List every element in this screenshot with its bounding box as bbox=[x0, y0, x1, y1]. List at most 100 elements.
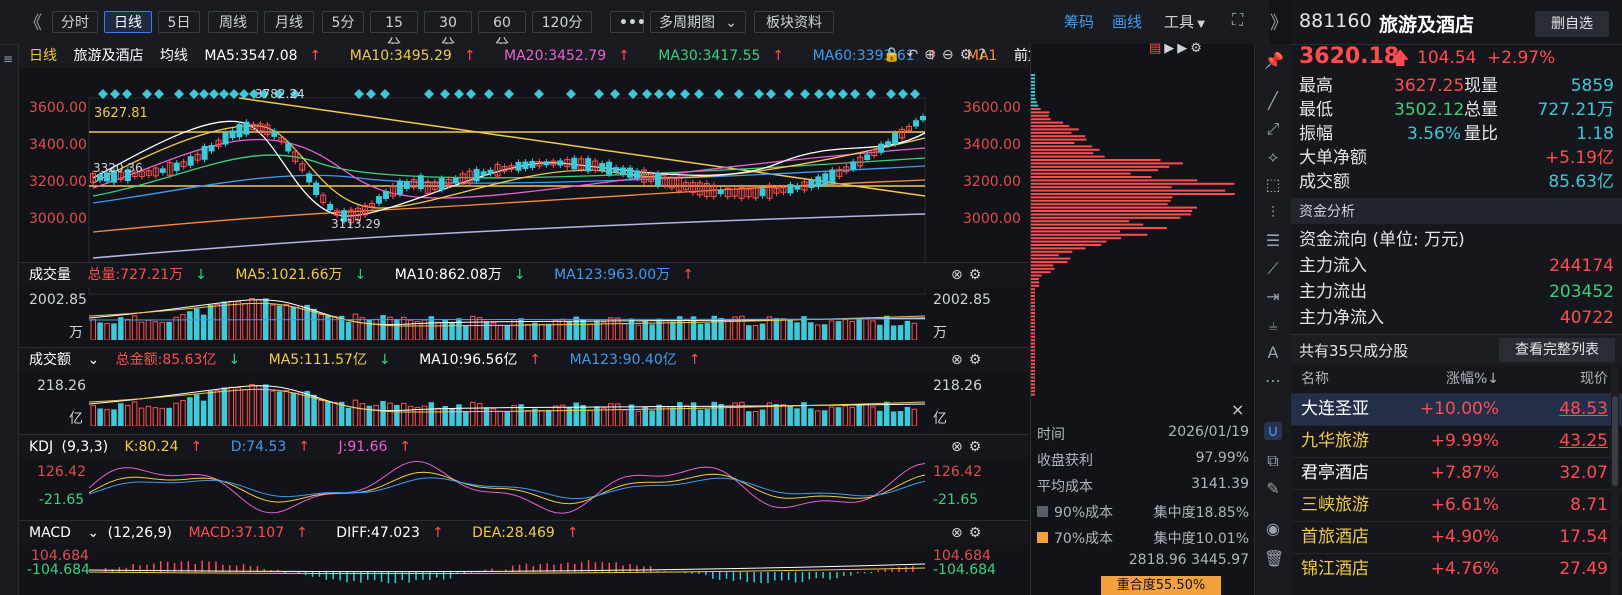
tab-daily[interactable]: 日线 bbox=[104, 11, 152, 33]
lock-icon[interactable]: 🔒 bbox=[883, 47, 906, 63]
tab-60min[interactable]: 60分 bbox=[478, 11, 526, 53]
col-price[interactable]: 现价 bbox=[1580, 366, 1608, 392]
candle-body bbox=[759, 188, 766, 197]
table-row[interactable]: 首旅酒店 +4.90% 17.54 bbox=[1291, 521, 1622, 553]
help-icon[interactable]: ? bbox=[978, 47, 991, 63]
drawline-link[interactable]: 画线 bbox=[1112, 11, 1142, 32]
chip-bar bbox=[1031, 264, 1054, 267]
period-tool-icon[interactable]: ⫨ bbox=[1264, 316, 1282, 334]
macd-title[interactable]: MACD ⌄ bbox=[29, 525, 99, 541]
rect-tool-icon[interactable]: ⬚ bbox=[1264, 176, 1282, 194]
close-icon[interactable]: ⊗ bbox=[951, 352, 969, 368]
channel-tool-icon[interactable]: ☰ bbox=[1264, 232, 1282, 250]
amount-bar bbox=[587, 409, 593, 426]
time-value: 2026/01/19 bbox=[1168, 424, 1249, 440]
candle-body bbox=[606, 161, 613, 175]
magnet-icon[interactable]: ∪ bbox=[1264, 422, 1282, 440]
chips-link[interactable]: 筹码 bbox=[1064, 11, 1094, 32]
table-row[interactable]: 三峡旅游 +6.61% 8.71 bbox=[1291, 489, 1622, 521]
scrollbar[interactable] bbox=[1611, 366, 1619, 595]
table-row[interactable]: 君亭酒店 +7.87% 32.07 bbox=[1291, 457, 1622, 489]
chip-bar bbox=[1031, 332, 1035, 335]
chip-play2-icon[interactable]: ▶ bbox=[1177, 41, 1190, 56]
pin-icon[interactable]: 📌 bbox=[1264, 52, 1284, 70]
close-icon[interactable]: ⊗ bbox=[951, 267, 969, 283]
macd-bar bbox=[636, 565, 638, 572]
fullscreen-icon[interactable]: ⛶ bbox=[1232, 10, 1243, 30]
collapse-right-icon[interactable]: 》 bbox=[1270, 9, 1288, 35]
text-tool-icon[interactable]: A bbox=[1264, 344, 1282, 362]
kdj-title[interactable]: KDJ bbox=[29, 439, 53, 455]
edit-icon[interactable]: ✎ bbox=[1264, 480, 1282, 498]
settings-icon[interactable]: ⚙ bbox=[960, 47, 979, 63]
scrollbar-thumb[interactable] bbox=[1612, 396, 1618, 486]
settings-icon[interactable]: ⚙ bbox=[1190, 41, 1205, 56]
volume-bar bbox=[759, 323, 766, 340]
col-name[interactable]: 名称 bbox=[1301, 366, 1329, 392]
fund-tab[interactable]: 资金分析 bbox=[1299, 201, 1355, 221]
node-tool-icon[interactable]: ⟡ bbox=[1264, 148, 1282, 166]
amount-bar bbox=[332, 401, 338, 426]
tab-120min[interactable]: 120分 bbox=[532, 11, 592, 33]
collapse-left-icon[interactable]: 《 bbox=[24, 9, 42, 35]
delete-favorite-button[interactable]: 删自选 bbox=[1535, 11, 1609, 37]
sort-icon: ↓ bbox=[1487, 371, 1499, 387]
undo-icon[interactable]: ↶ bbox=[906, 47, 924, 63]
tab-5day[interactable]: 5日 bbox=[158, 11, 200, 33]
multi-period-label: 多周期图 bbox=[659, 15, 715, 31]
ma-mode-label[interactable]: 均线 bbox=[160, 48, 188, 64]
range-value: 2818.96 3445.97 bbox=[1128, 552, 1249, 568]
tab-5min[interactable]: 5分 bbox=[322, 11, 364, 33]
table-row[interactable]: 锦江酒店 +4.76% 27.49 bbox=[1291, 553, 1622, 585]
table-row[interactable]: 大连圣亚 +10.00% 48.53 bbox=[1291, 393, 1622, 425]
chip-list-icon[interactable]: ▤ bbox=[1149, 41, 1164, 56]
chip-bar bbox=[1031, 380, 1035, 382]
more-button[interactable]: ••• bbox=[610, 11, 646, 33]
overlap-badge: 重合度55.50% bbox=[1101, 576, 1221, 595]
settings-icon[interactable]: ⚙ bbox=[969, 439, 988, 455]
measure-tool-icon[interactable]: ⇥ bbox=[1264, 288, 1282, 306]
view-all-button[interactable]: 查看完整列表 bbox=[1499, 338, 1615, 362]
tab-15min[interactable]: 15分 bbox=[370, 11, 418, 53]
eye-icon[interactable]: ◉ bbox=[1264, 520, 1282, 538]
close-icon[interactable]: ⊗ bbox=[951, 439, 969, 455]
volume-bar bbox=[642, 320, 648, 340]
amount-controls: ⊗⚙ bbox=[951, 352, 987, 368]
chip-play-icon[interactable]: ▶ bbox=[1164, 41, 1177, 56]
settings-icon[interactable]: ⚙ bbox=[969, 525, 988, 541]
macd-bar bbox=[794, 572, 797, 583]
chip-bar bbox=[1031, 308, 1035, 311]
menu-icon[interactable]: ≡ bbox=[3, 52, 13, 66]
multi-period-dropdown[interactable]: 多周期图 ⌄ bbox=[650, 11, 746, 33]
sector-info-button[interactable]: 板块资料 bbox=[754, 11, 834, 33]
zoom-out-icon[interactable]: ⊖ bbox=[942, 47, 960, 63]
zoom-in-icon[interactable]: ⊕ bbox=[924, 47, 942, 63]
settings-icon[interactable]: ⚙ bbox=[969, 267, 988, 283]
tab-weekly[interactable]: 周线 bbox=[208, 11, 258, 33]
candle-body bbox=[620, 167, 627, 175]
volume-ma123: MA123:963.00万 ↑ bbox=[554, 267, 694, 283]
line-tool-icon[interactable]: ╱ bbox=[1264, 92, 1282, 110]
gann-tool-icon[interactable]: ⟋ bbox=[1264, 260, 1282, 278]
fib-tool-icon[interactable]: ⫶ bbox=[1264, 204, 1282, 222]
chip-bar bbox=[1031, 155, 1105, 158]
volume-axis-top-right: 2002.85 bbox=[933, 292, 991, 308]
chip-bar bbox=[1031, 383, 1035, 386]
col-pct[interactable]: 涨幅%↓ bbox=[1439, 366, 1499, 392]
more-tools-icon[interactable]: ⋯ bbox=[1264, 372, 1282, 390]
table-row[interactable]: 九华旅游 +9.99% 43.25 bbox=[1291, 425, 1622, 457]
settings-icon[interactable]: ⚙ bbox=[969, 352, 988, 368]
tab-fenshi[interactable]: 分时 bbox=[52, 11, 98, 33]
ray-tool-icon[interactable]: ⤢ bbox=[1264, 120, 1282, 138]
amount-title[interactable]: 成交额 ⌄ bbox=[29, 352, 99, 368]
copy-icon[interactable]: ⧉ bbox=[1264, 452, 1282, 470]
trash-icon[interactable]: 🗑 bbox=[1264, 550, 1284, 568]
candle-body bbox=[271, 130, 278, 137]
tab-monthly[interactable]: 月线 bbox=[264, 11, 314, 33]
amount-bar bbox=[256, 385, 262, 426]
tab-30min[interactable]: 30分 bbox=[424, 11, 472, 53]
volume-bar bbox=[828, 320, 835, 340]
close-icon[interactable]: ⊗ bbox=[951, 525, 969, 541]
close-icon[interactable]: × bbox=[1231, 400, 1244, 419]
tools-dropdown[interactable]: 工具 ▼ bbox=[1164, 11, 1205, 32]
